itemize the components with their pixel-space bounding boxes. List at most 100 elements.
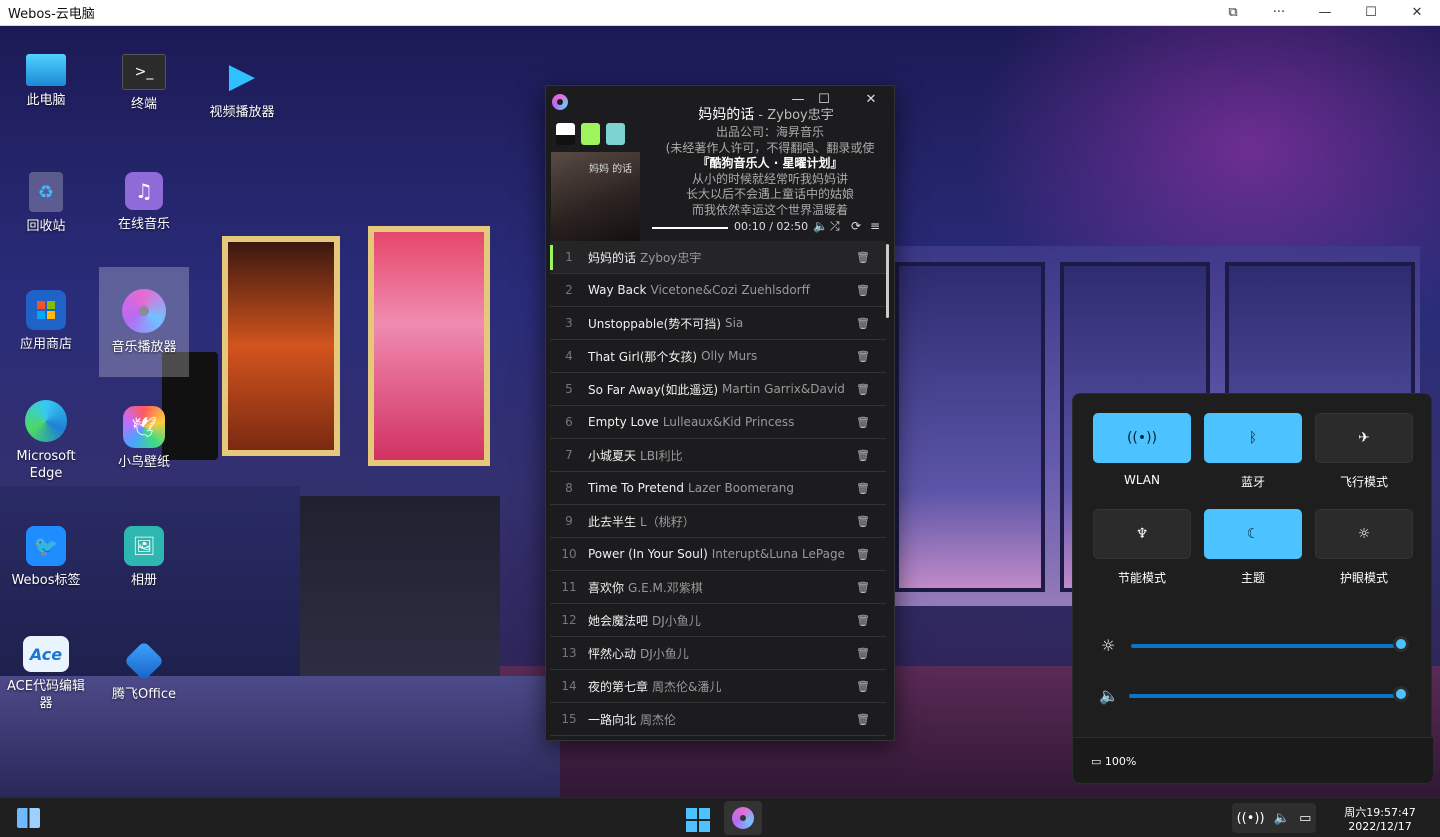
playlist-row[interactable]: 2 Way Back Vicetone&Cozi Zuehlsdorff 🗑 xyxy=(550,274,886,307)
playlist-menu-icon[interactable]: ≡ xyxy=(870,219,880,233)
track-name: Unstoppable(势不可挡) xyxy=(588,316,721,331)
bird-tag-icon: 🐦 xyxy=(26,526,66,566)
theme-swatch-green[interactable] xyxy=(581,123,600,145)
theme-swatch-white[interactable] xyxy=(556,123,575,145)
delete-icon[interactable]: 🗑 xyxy=(856,383,870,396)
music-note-icon: ♫ xyxy=(125,172,163,210)
more-icon[interactable]: ··· xyxy=(1256,0,1302,26)
volume-slider-knob[interactable] xyxy=(1393,686,1409,702)
playlist-row[interactable]: 7 小城夏天 LBI利比 🗑 xyxy=(550,439,886,472)
track-number: 11 xyxy=(561,580,577,594)
tile-bluetooth[interactable]: ᛒ xyxy=(1204,413,1302,463)
desktop-icon-ace-editor[interactable]: Ace ACE代码编辑器 xyxy=(1,636,91,712)
system-tray[interactable]: ((•)) 🔈 ▭ xyxy=(1232,803,1316,833)
delete-icon[interactable]: 🗑 xyxy=(856,284,870,297)
desktop-icon-online-music[interactable]: ♫ 在线音乐 xyxy=(99,172,189,233)
desktop-icon-terminal[interactable]: >_ 终端 xyxy=(99,54,189,113)
playlist-row[interactable]: 6 Empty Love Lulleaux&Kid Princess 🗑 xyxy=(550,406,886,439)
playlist-row[interactable]: 9 此去半生 L（桃籽） 🗑 xyxy=(550,505,886,538)
desktop-icon-label: 回收站 xyxy=(26,219,66,234)
track-artist: Martin Garrix&David xyxy=(722,382,845,396)
desktop-icon-label: Microsoft Edge xyxy=(16,449,76,481)
clock[interactable]: 周六19:57:47 2022/12/17 xyxy=(1330,806,1430,834)
desktop-icon-music-player[interactable]: 音乐播放器 xyxy=(99,267,189,377)
playlist-row[interactable]: 8 Time To Pretend Lazer Boomerang 🗑 xyxy=(550,472,886,505)
bluetooth-icon: ᛒ xyxy=(1248,430,1258,446)
progress-bar[interactable] xyxy=(652,227,728,229)
screenshot-icon[interactable]: ⧉ xyxy=(1210,0,1256,26)
taskbar: ((•)) 🔈 ▭ 周六19:57:47 2022/12/17 xyxy=(0,797,1440,837)
playlist-row[interactable]: 5 So Far Away(如此遥远) Martin Garrix&David 🗑 xyxy=(550,373,886,406)
track-number: 2 xyxy=(565,283,573,297)
volume-slider[interactable] xyxy=(1129,694,1401,698)
wallpaper-rack xyxy=(300,496,500,696)
quick-settings-footer: ▭ 100% xyxy=(1073,737,1433,783)
tile-label: 飞行模式 xyxy=(1339,475,1388,489)
desktop-icon-recycle-bin[interactable]: ♻ 回收站 xyxy=(1,172,91,235)
delete-icon[interactable]: 🗑 xyxy=(856,416,870,429)
desktop-icon-photo-album[interactable]: 🖼 相册 xyxy=(99,526,189,589)
delete-icon[interactable]: 🗑 xyxy=(856,647,870,660)
playlist-row[interactable]: 4 That Girl(那个女孩) Olly Murs 🗑 xyxy=(550,340,886,373)
minimize-button[interactable]: — xyxy=(1302,0,1348,26)
shuffle-icon[interactable]: ⤮ xyxy=(830,219,840,234)
tile-eye-care[interactable]: ☼ xyxy=(1315,509,1413,559)
delete-icon[interactable]: 🗑 xyxy=(856,548,870,561)
clock-date: 2022/12/17 xyxy=(1348,820,1412,833)
lyric-line: 长大以后不会遇上童话中的姑娘 xyxy=(685,187,854,202)
playlist-row[interactable]: 11 喜欢你 G.E.M.邓紫棋 🗑 xyxy=(550,571,886,604)
repeat-icon[interactable]: ⟳ xyxy=(851,219,861,233)
delete-icon[interactable]: 🗑 xyxy=(856,350,870,363)
task-view-icon[interactable] xyxy=(17,808,40,828)
volume-icon[interactable]: 🔈 xyxy=(813,219,828,233)
tile-airplane-mode[interactable]: ✈ xyxy=(1315,413,1413,463)
tile-wlan[interactable]: ((•)) xyxy=(1093,413,1191,463)
track-name: 夜的第七章 xyxy=(588,679,649,694)
tile-theme[interactable]: ☾ xyxy=(1204,509,1302,559)
playlist-row[interactable]: 10 Power (In Your Soul) Interupt&Luna LePa… xyxy=(550,538,886,571)
start-button[interactable] xyxy=(686,808,710,832)
delete-icon[interactable]: 🗑 xyxy=(856,680,870,693)
playlist-row[interactable]: 15 一路向北 周杰伦 🗑 xyxy=(550,703,886,736)
delete-icon[interactable]: 🗑 xyxy=(856,614,870,627)
delete-icon[interactable]: 🗑 xyxy=(856,713,870,726)
battery-status[interactable]: ▭ 100% xyxy=(1091,755,1136,768)
delete-icon[interactable]: 🗑 xyxy=(856,449,870,462)
desktop-icon-webos-tag[interactable]: 🐦 Webos标签 xyxy=(1,526,91,589)
playlist-row[interactable]: 1 妈妈的话 Zyboy忠宇 🗑 xyxy=(550,241,886,274)
delete-icon[interactable]: 🗑 xyxy=(856,515,870,528)
playlist-row[interactable]: 14 夜的第七章 周杰伦&潘儿 🗑 xyxy=(550,670,886,703)
quick-settings-panel: ((•)) WLAN ᛒ 蓝牙 ✈ 飞行模式 ♆ 节能模式 ☾ 主题 ☼ 护眼模… xyxy=(1072,393,1433,784)
track-number: 12 xyxy=(561,613,577,627)
tile-power-saving[interactable]: ♆ xyxy=(1093,509,1191,559)
playlist-row[interactable]: 13 怦然心动 DJ小鱼儿 🗑 xyxy=(550,637,886,670)
track-artist: 周杰伦 xyxy=(640,712,677,727)
desktop-icon-edge[interactable]: Microsoft Edge xyxy=(1,400,91,482)
playlist-row[interactable]: 3 Unstoppable(势不可挡) Sia 🗑 xyxy=(550,307,886,340)
playlist-row[interactable]: 12 她会魔法吧 DJ小鱼儿 🗑 xyxy=(550,604,886,637)
desktop-icon-bird-wallpaper[interactable]: 🕊 小鸟壁纸 xyxy=(99,406,189,471)
track-artist: Sia xyxy=(724,316,744,330)
taskbar-music-player[interactable] xyxy=(724,801,762,835)
desktop-icon-office[interactable]: 腾飞Office xyxy=(99,640,189,703)
delete-icon[interactable]: 🗑 xyxy=(856,251,870,264)
desktop-icon-this-pc[interactable]: 此电脑 xyxy=(1,54,91,109)
theme-swatch-teal[interactable] xyxy=(606,123,625,145)
brightness-slider[interactable] xyxy=(1131,644,1401,648)
close-button[interactable]: ✕ xyxy=(1394,0,1440,26)
maximize-button[interactable]: ☐ xyxy=(1348,0,1394,26)
playlist-scrollbar[interactable] xyxy=(886,244,889,318)
delete-icon[interactable]: 🗑 xyxy=(856,581,870,594)
delete-icon[interactable]: 🗑 xyxy=(856,482,870,495)
desktop-icon-label: 相册 xyxy=(130,573,157,588)
brightness-slider-knob[interactable] xyxy=(1393,636,1409,652)
music-disc-icon xyxy=(732,807,754,829)
delete-icon[interactable]: 🗑 xyxy=(856,317,870,330)
photo-album-icon: 🖼 xyxy=(124,526,164,566)
terminal-icon: >_ xyxy=(122,54,166,90)
video-player-icon: ▶ xyxy=(228,56,256,96)
track-number: 15 xyxy=(561,712,577,726)
clock-time: 周六19:57:47 xyxy=(1344,806,1416,819)
desktop-icon-video-player[interactable]: ▶ 视频播放器 xyxy=(197,54,287,121)
desktop-icon-app-store[interactable]: 应用商店 xyxy=(1,290,91,353)
